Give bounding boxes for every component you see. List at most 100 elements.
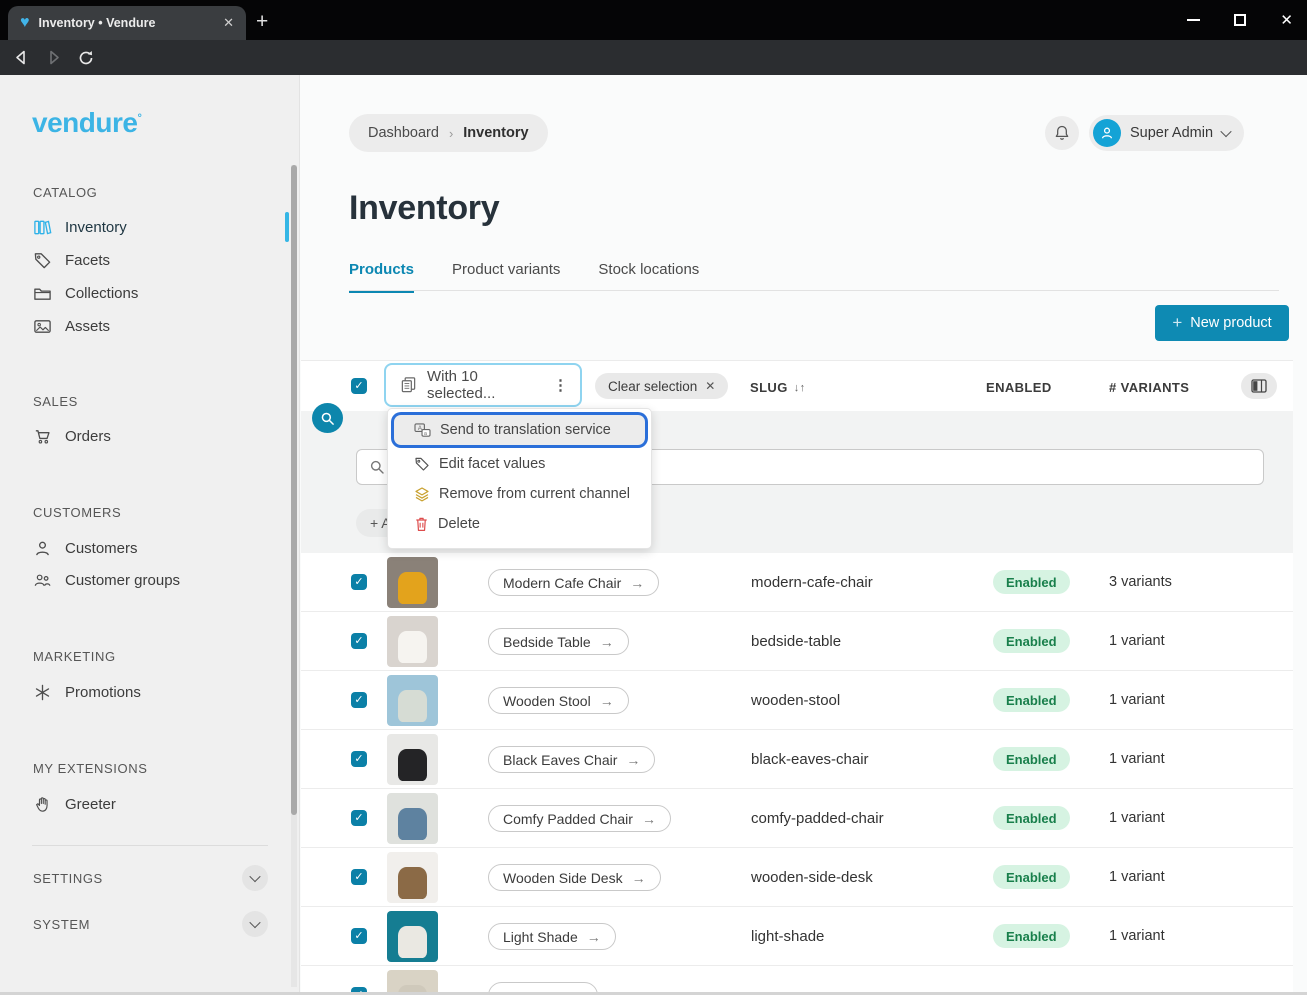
sidebar-item-greeter[interactable]: Greeter <box>0 788 286 820</box>
table-rows: ✓ Modern Cafe Chair→ modern-cafe-chair E… <box>301 553 1293 995</box>
column-settings-button[interactable] <box>1241 373 1277 399</box>
menu-item-delete[interactable]: Delete <box>388 509 651 539</box>
table-row[interactable]: ✓ Wooden Side Desk→ wooden-side-desk Ena… <box>301 848 1293 907</box>
breadcrumb[interactable]: Dashboard › Inventory <box>349 114 548 152</box>
product-slug: comfy-padded-chair <box>751 810 884 827</box>
window-close-button[interactable]: ✕ <box>1280 11 1293 29</box>
user-avatar <box>1093 119 1121 147</box>
column-header-slug[interactable]: SLUG ↓↑ <box>750 380 806 395</box>
reload-icon[interactable] <box>78 50 94 66</box>
new-product-button[interactable]: + New product <box>1155 305 1289 341</box>
product-name-link[interactable]: Black Eaves Chair→ <box>488 746 655 773</box>
product-name: Modern Cafe Chair <box>503 575 621 591</box>
row-checkbox[interactable]: ✓ <box>351 928 367 944</box>
browser-titlebar: ♥ Inventory • Vendure ✕ + ✕ <box>0 0 1307 40</box>
table-row[interactable]: ✓ Light Shade→ light-shade Enabled 1 var… <box>301 907 1293 966</box>
menu-item-edit-facet-values[interactable]: Edit facet values <box>388 449 651 479</box>
menu-item-label: Send to translation service <box>440 422 611 438</box>
table-row[interactable]: ✓ Wooden Stool→ wooden-stool Enabled 1 v… <box>301 671 1293 730</box>
books-icon <box>33 218 52 237</box>
table-row[interactable]: ✓ Modern Cafe Chair→ modern-cafe-chair E… <box>301 553 1293 612</box>
user-name: Super Admin <box>1130 125 1213 141</box>
table-row[interactable]: ✓ → <box>301 966 1293 995</box>
sidebar-item-customers[interactable]: Customers <box>0 532 286 564</box>
browser-tab[interactable]: ♥ Inventory • Vendure ✕ <box>8 6 246 40</box>
sidebar-item-label: Facets <box>65 253 110 268</box>
section-header-sales: SALES <box>33 394 78 409</box>
product-name-link[interactable]: Bedside Table→ <box>488 628 629 655</box>
bulk-actions-button[interactable]: With 10 selected... ⋮ <box>384 363 582 407</box>
table-row[interactable]: ✓ Bedside Table→ bedside-table Enabled 1… <box>301 612 1293 671</box>
status-badge: Enabled <box>993 806 1070 830</box>
status-badge: Enabled <box>993 688 1070 712</box>
row-checkbox[interactable]: ✓ <box>351 810 367 826</box>
sidebar-section-settings[interactable]: SETTINGS <box>33 865 268 891</box>
sidebar-item-label: Inventory <box>65 220 127 235</box>
sidebar-scrollbar[interactable] <box>291 165 297 987</box>
copy-pages-icon <box>400 376 417 394</box>
browser-navbar: ! localhost:3000/admin/catalog/inventory… <box>0 40 1307 75</box>
product-name-link[interactable]: Modern Cafe Chair→ <box>488 569 659 596</box>
breadcrumb-dashboard[interactable]: Dashboard <box>368 125 439 141</box>
table-row[interactable]: ✓ Black Eaves Chair→ black-eaves-chair E… <box>301 730 1293 789</box>
tab-product-variants[interactable]: Product variants <box>452 261 560 293</box>
row-checkbox[interactable]: ✓ <box>351 751 367 767</box>
menu-item-remove-from-channel[interactable]: Remove from current channel <box>388 479 651 509</box>
bell-icon <box>1053 124 1071 142</box>
new-tab-button[interactable]: + <box>256 10 268 34</box>
back-icon[interactable] <box>14 50 29 65</box>
clear-selection-label: Clear selection <box>608 379 697 394</box>
window-maximize-button[interactable] <box>1234 14 1246 26</box>
notifications-button[interactable] <box>1045 116 1079 150</box>
menu-item-send-to-translation[interactable]: Aa Send to translation service <box>394 415 645 445</box>
product-name-link[interactable]: Comfy Padded Chair→ <box>488 805 671 832</box>
row-checkbox[interactable]: ✓ <box>351 692 367 708</box>
sidebar-divider <box>32 845 268 846</box>
hand-icon <box>33 795 52 814</box>
row-checkbox[interactable]: ✓ <box>351 633 367 649</box>
sidebar-item-promotions[interactable]: Promotions <box>0 676 286 708</box>
chevron-down-icon <box>249 917 260 928</box>
row-checkbox[interactable]: ✓ <box>351 869 367 885</box>
user-menu[interactable]: Super Admin <box>1089 115 1244 151</box>
tab-close-icon[interactable]: ✕ <box>223 15 234 31</box>
sidebar-item-assets[interactable]: Assets <box>0 310 286 342</box>
system-expand-button[interactable] <box>242 911 268 937</box>
product-name-link[interactable]: Light Shade→ <box>488 923 616 950</box>
product-name-link[interactable]: Wooden Stool→ <box>488 687 629 714</box>
section-header-marketing: MARKETING <box>33 649 116 664</box>
tab-products[interactable]: Products <box>349 261 414 293</box>
select-all-checkbox[interactable]: ✓ <box>351 378 367 394</box>
table-row[interactable]: ✓ Comfy Padded Chair→ comfy-padded-chair… <box>301 789 1293 848</box>
product-name-link[interactable]: Wooden Side Desk→ <box>488 864 661 891</box>
sidebar-item-inventory[interactable]: Inventory <box>0 211 286 243</box>
close-icon[interactable]: ✕ <box>705 379 715 393</box>
variant-count: 1 variant <box>1109 869 1165 885</box>
sidebar-scroll-thumb[interactable] <box>291 165 297 815</box>
sidebar-item-orders[interactable]: Orders <box>0 420 286 452</box>
sort-icon[interactable]: ↓↑ <box>794 382 806 394</box>
settings-expand-button[interactable] <box>242 865 268 891</box>
tab-stock-locations[interactable]: Stock locations <box>598 261 699 293</box>
clear-selection-chip[interactable]: Clear selection ✕ <box>595 373 728 399</box>
product-slug: wooden-side-desk <box>751 869 873 886</box>
tag-icon <box>414 456 430 472</box>
forward-icon[interactable] <box>46 50 61 65</box>
sidebar-section-system[interactable]: SYSTEM <box>33 911 268 937</box>
active-item-indicator <box>285 212 289 242</box>
menu-item-label: Remove from current channel <box>439 486 630 502</box>
arrow-right-icon: → <box>642 811 656 827</box>
sidebar-item-collections[interactable]: Collections <box>0 277 286 309</box>
sidebar-item-facets[interactable]: Facets <box>0 244 286 276</box>
tag-icon <box>33 251 52 270</box>
sidebar-item-customer-groups[interactable]: Customer groups <box>0 564 286 596</box>
person-icon <box>1099 125 1115 141</box>
section-header-system: SYSTEM <box>33 917 90 932</box>
kebab-menu-icon[interactable]: ⋮ <box>553 376 568 394</box>
sidebar-item-label: Assets <box>65 319 110 334</box>
cart-icon <box>33 427 52 446</box>
search-toggle-button[interactable] <box>312 403 343 433</box>
window-minimize-button[interactable] <box>1187 19 1200 21</box>
product-thumbnail <box>387 911 438 962</box>
row-checkbox[interactable]: ✓ <box>351 574 367 590</box>
